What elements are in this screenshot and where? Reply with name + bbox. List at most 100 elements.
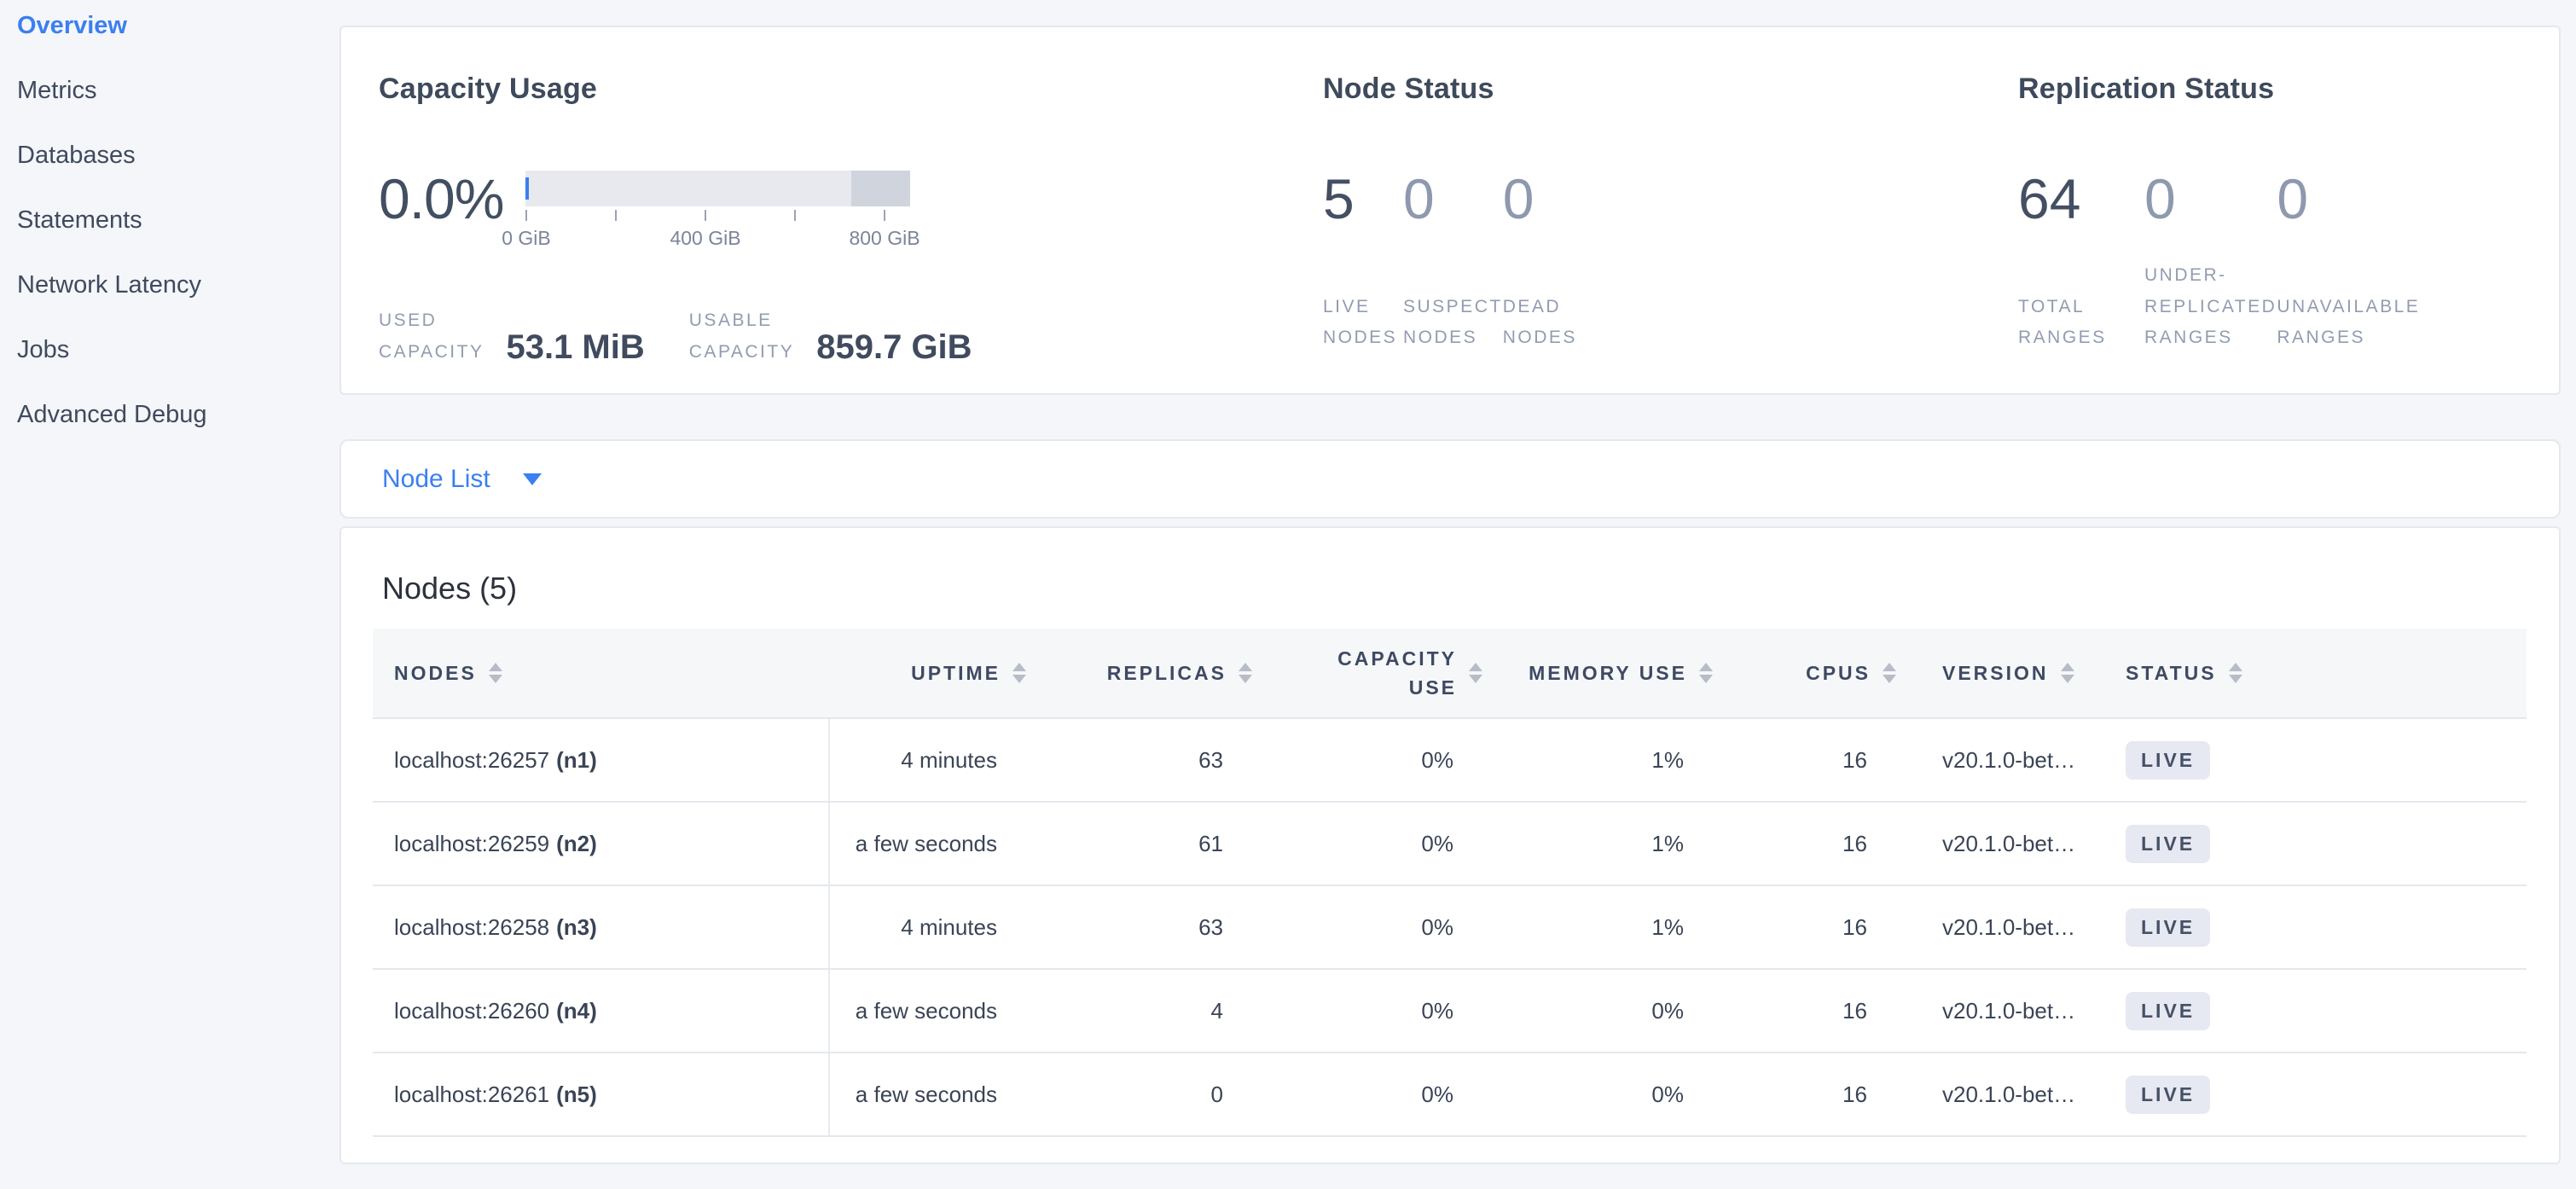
uptime-cell: a few seconds bbox=[830, 831, 1026, 857]
node-id: (n4) bbox=[556, 998, 597, 1024]
sort-icon[interactable] bbox=[2061, 663, 2074, 683]
node-id: (n5) bbox=[556, 1082, 597, 1108]
usable-capacity-value: 859.7 GiB bbox=[816, 328, 972, 367]
capacity-cell: 0% bbox=[1252, 914, 1482, 941]
chevron-down-icon bbox=[523, 473, 542, 485]
dead-nodes-label: DEAD NODES bbox=[1503, 292, 1583, 355]
unavailable-ranges-label: UNAVAILABLE RANGES bbox=[2277, 292, 2420, 355]
replicas-cell: 63 bbox=[1026, 747, 1252, 774]
live-nodes-label: LIVE NODES bbox=[1323, 292, 1403, 355]
node-address[interactable]: localhost:26257 bbox=[394, 747, 549, 774]
node-address[interactable]: localhost:26260 bbox=[394, 998, 549, 1024]
dead-nodes-stat: 0 DEAD NODES bbox=[1503, 171, 1583, 354]
status-badge: LIVE bbox=[2126, 992, 2210, 1030]
capacity-cell: 0% bbox=[1252, 831, 1482, 857]
uptime-cell: 4 minutes bbox=[830, 914, 1026, 941]
capacity-gauge-row: 0.0% 0 GiB 400 GiB 800 GiB bbox=[379, 171, 1323, 252]
unavailable-ranges-value: 0 bbox=[2277, 171, 2420, 227]
column-header-memory-use[interactable]: MEMORY USE bbox=[1482, 662, 1713, 685]
capacity-gauge: 0 GiB 400 GiB 800 GiB bbox=[525, 171, 910, 252]
dead-nodes-value: 0 bbox=[1503, 171, 1583, 227]
version-cell: v20.1.0-bet… bbox=[1896, 831, 2080, 857]
total-ranges-value: 64 bbox=[2018, 171, 2144, 227]
capacity-gauge-axis-labels: 0 GiB 400 GiB 800 GiB bbox=[525, 227, 910, 252]
table-row[interactable]: localhost:26259 (n2) a few seconds 61 0%… bbox=[373, 803, 2527, 886]
used-capacity-value: 53.1 MiB bbox=[506, 328, 644, 367]
node-address[interactable]: localhost:26258 bbox=[394, 914, 549, 941]
axis-label-400gib: 400 GiB bbox=[670, 227, 740, 250]
total-ranges-stat: 64 TOTAL RANGES bbox=[2018, 171, 2144, 354]
table-row[interactable]: localhost:26257 (n1) 4 minutes 63 0% 1% … bbox=[373, 719, 2527, 803]
version-cell: v20.1.0-bet… bbox=[1896, 914, 2080, 941]
live-nodes-stat: 5 LIVE NODES bbox=[1323, 171, 1403, 354]
column-header-cpus[interactable]: CPUS bbox=[1713, 662, 1896, 685]
column-header-status[interactable]: STATUS bbox=[2080, 662, 2527, 685]
version-cell: v20.1.0-bet… bbox=[1896, 1082, 2080, 1108]
column-header-capacity-use[interactable]: CAPACITY USE bbox=[1252, 644, 1482, 703]
status-badge: LIVE bbox=[2126, 908, 2210, 947]
sidebar-item-advanced-debug[interactable]: Advanced Debug bbox=[17, 401, 339, 466]
table-row[interactable]: localhost:26260 (n4) a few seconds 4 0% … bbox=[373, 970, 2527, 1053]
capacity-gauge-reserved-segment bbox=[851, 171, 910, 206]
cpus-cell: 16 bbox=[1713, 747, 1896, 774]
column-header-version[interactable]: VERSION bbox=[1896, 662, 2080, 685]
memory-cell: 0% bbox=[1482, 1082, 1713, 1108]
status-badge: LIVE bbox=[2126, 1076, 2210, 1114]
total-ranges-label: TOTAL RANGES bbox=[2018, 292, 2144, 355]
node-address[interactable]: localhost:26261 bbox=[394, 1082, 549, 1108]
used-capacity-label: USED CAPACITY bbox=[379, 305, 484, 368]
node-id: (n1) bbox=[556, 747, 597, 774]
table-row[interactable]: localhost:26261 (n5) a few seconds 0 0% … bbox=[373, 1053, 2527, 1137]
usable-capacity-label: USABLE CAPACITY bbox=[689, 305, 794, 368]
unavailable-ranges-stat: 0 UNAVAILABLE RANGES bbox=[2277, 171, 2420, 354]
sort-icon[interactable] bbox=[1883, 663, 1896, 683]
cpus-cell: 16 bbox=[1713, 831, 1896, 857]
memory-cell: 1% bbox=[1482, 831, 1713, 857]
memory-cell: 1% bbox=[1482, 747, 1713, 774]
sidebar-item-network-latency[interactable]: Network Latency bbox=[17, 271, 339, 336]
suspect-nodes-stat: 0 SUSPECT NODES bbox=[1403, 171, 1503, 354]
sort-icon[interactable] bbox=[1239, 663, 1252, 683]
node-list-dropdown[interactable]: Node List bbox=[382, 465, 542, 494]
sidebar-item-jobs[interactable]: Jobs bbox=[17, 336, 339, 401]
table-row[interactable]: localhost:26258 (n3) 4 minutes 63 0% 1% … bbox=[373, 886, 2527, 970]
axis-label-0gib: 0 GiB bbox=[502, 227, 551, 250]
node-list-dropdown-card: Node List bbox=[339, 439, 2561, 519]
column-header-replicas[interactable]: REPLICAS bbox=[1026, 662, 1252, 685]
uptime-cell: a few seconds bbox=[830, 1082, 1026, 1108]
sort-icon[interactable] bbox=[1469, 663, 1482, 683]
sort-icon[interactable] bbox=[1012, 663, 1026, 683]
cpus-cell: 16 bbox=[1713, 914, 1896, 941]
node-list-dropdown-label: Node List bbox=[382, 465, 490, 494]
replication-status-section: Replication Status 64 TOTAL RANGES 0 UND… bbox=[2018, 72, 2559, 393]
suspect-nodes-value: 0 bbox=[1403, 171, 1503, 227]
sort-icon[interactable] bbox=[489, 663, 502, 683]
sidebar-item-metrics[interactable]: Metrics bbox=[17, 77, 339, 142]
capacity-usage-section: Capacity Usage 0.0% 0 GiB 400 Gi bbox=[379, 72, 1323, 393]
sidebar-item-databases[interactable]: Databases bbox=[17, 142, 339, 206]
node-id: (n3) bbox=[556, 914, 597, 941]
capacity-details: USED CAPACITY 53.1 MiB USABLE CAPACITY 8… bbox=[379, 305, 1323, 368]
nodes-table-title: Nodes (5) bbox=[382, 571, 2527, 606]
node-status-stats: 5 LIVE NODES 0 SUSPECT NODES 0 DEAD NODE… bbox=[1323, 171, 2018, 354]
column-header-uptime[interactable]: UPTIME bbox=[830, 662, 1026, 685]
version-cell: v20.1.0-bet… bbox=[1896, 747, 2080, 774]
sidebar: Overview Metrics Databases Statements Ne… bbox=[0, 0, 339, 1189]
under-replicated-ranges-stat: 0 UNDER- REPLICATED RANGES bbox=[2144, 171, 2277, 354]
under-replicated-ranges-value: 0 bbox=[2144, 171, 2277, 227]
uptime-cell: a few seconds bbox=[830, 998, 1026, 1024]
live-nodes-value: 5 bbox=[1323, 171, 1403, 227]
under-replicated-ranges-label: UNDER- REPLICATED RANGES bbox=[2144, 260, 2277, 354]
sidebar-item-statements[interactable]: Statements bbox=[17, 206, 339, 271]
sort-icon[interactable] bbox=[1699, 663, 1713, 683]
node-address[interactable]: localhost:26259 bbox=[394, 831, 549, 857]
replication-stats: 64 TOTAL RANGES 0 UNDER- REPLICATED RANG… bbox=[2018, 171, 2559, 354]
node-status-title: Node Status bbox=[1323, 72, 2018, 106]
replicas-cell: 61 bbox=[1026, 831, 1252, 857]
uptime-cell: 4 minutes bbox=[830, 747, 1026, 774]
capacity-cell: 0% bbox=[1252, 1082, 1482, 1108]
column-header-nodes[interactable]: NODES bbox=[373, 662, 830, 685]
sort-icon[interactable] bbox=[2229, 663, 2242, 683]
sidebar-item-overview[interactable]: Overview bbox=[17, 12, 339, 77]
replicas-cell: 0 bbox=[1026, 1082, 1252, 1108]
